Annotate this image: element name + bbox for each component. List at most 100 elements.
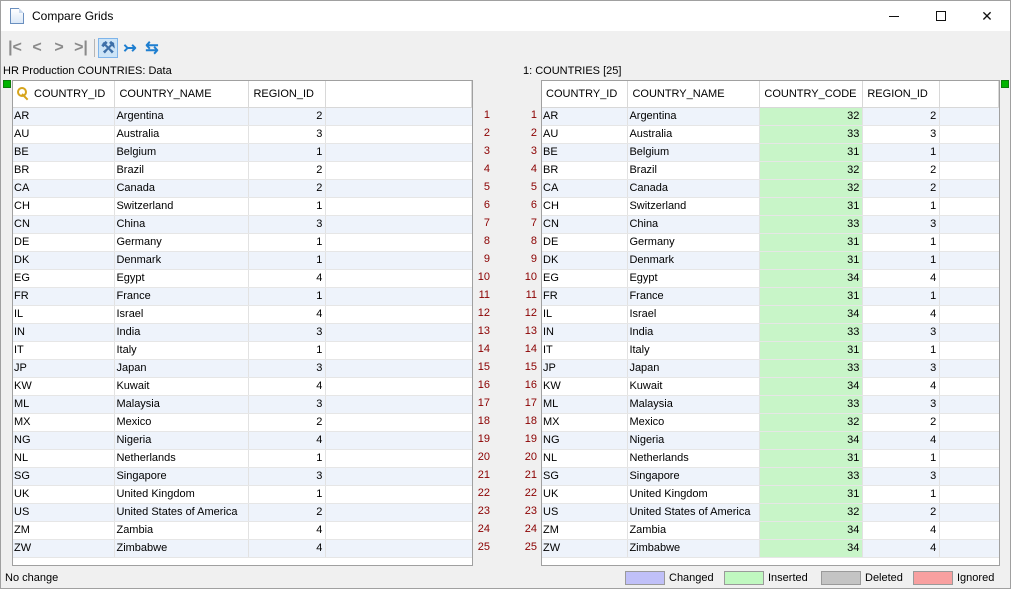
- table-cell[interactable]: 4: [862, 521, 941, 540]
- table-cell[interactable]: France: [627, 287, 761, 306]
- table-cell[interactable]: 3: [862, 359, 941, 378]
- table-row[interactable]: IT Italy 1: [13, 341, 472, 360]
- table-row[interactable]: SG Singapore 3: [13, 467, 472, 486]
- table-cell[interactable]: EG: [13, 269, 116, 288]
- table-cell[interactable]: SG: [13, 467, 116, 486]
- column-header-region-id[interactable]: REGION_ID: [248, 81, 327, 108]
- table-row[interactable]: UK United Kingdom 31 1: [542, 485, 999, 504]
- table-row[interactable]: NL Netherlands 31 1: [542, 449, 999, 468]
- table-row[interactable]: SG Singapore 33 3: [542, 467, 999, 486]
- table-cell[interactable]: United States of America: [627, 503, 761, 522]
- table-cell[interactable]: IT: [13, 341, 116, 360]
- table-cell[interactable]: 1: [862, 197, 941, 216]
- table-cell[interactable]: 3: [862, 395, 941, 414]
- table-cell[interactable]: KW: [542, 377, 629, 396]
- table-cell[interactable]: 1: [862, 251, 941, 270]
- table-row[interactable]: CH Switzerland 31 1: [542, 197, 999, 216]
- table-row[interactable]: DE Germany 31 1: [542, 233, 999, 252]
- table-cell[interactable]: EG: [542, 269, 629, 288]
- table-cell[interactable]: 32: [759, 107, 864, 126]
- table-row[interactable]: IL Israel 4: [13, 305, 472, 324]
- table-cell[interactable]: 3: [862, 215, 941, 234]
- table-cell[interactable]: 31: [759, 233, 864, 252]
- table-cell[interactable]: Nigeria: [627, 431, 761, 450]
- table-cell[interactable]: 3: [248, 215, 327, 234]
- maximize-button[interactable]: [918, 1, 964, 31]
- table-cell[interactable]: ZW: [13, 539, 116, 558]
- table-cell[interactable]: 31: [759, 449, 864, 468]
- table-cell[interactable]: Israel: [114, 305, 250, 324]
- table-cell[interactable]: Brazil: [627, 161, 761, 180]
- table-cell[interactable]: FR: [542, 287, 629, 306]
- table-cell[interactable]: CA: [542, 179, 629, 198]
- table-cell[interactable]: 33: [759, 467, 864, 486]
- table-cell[interactable]: 1: [248, 143, 327, 162]
- table-cell[interactable]: Singapore: [627, 467, 761, 486]
- table-cell[interactable]: 2: [248, 503, 327, 522]
- table-cell[interactable]: IL: [13, 305, 116, 324]
- table-row[interactable]: US United States of America 32 2: [542, 503, 999, 522]
- table-cell[interactable]: 4: [248, 377, 327, 396]
- table-cell[interactable]: DE: [13, 233, 116, 252]
- table-cell[interactable]: 33: [759, 125, 864, 144]
- table-cell[interactable]: Canada: [627, 179, 761, 198]
- table-row[interactable]: JP Japan 33 3: [542, 359, 999, 378]
- table-cell[interactable]: 4: [248, 521, 327, 540]
- table-row[interactable]: US United States of America 2: [13, 503, 472, 522]
- table-row[interactable]: BR Brazil 32 2: [542, 161, 999, 180]
- table-cell[interactable]: Switzerland: [627, 197, 761, 216]
- table-cell[interactable]: 4: [248, 431, 327, 450]
- column-header-region-id[interactable]: REGION_ID: [862, 81, 941, 108]
- table-cell[interactable]: 1: [248, 197, 327, 216]
- table-cell[interactable]: 34: [759, 305, 864, 324]
- table-cell[interactable]: NL: [13, 449, 116, 468]
- table-row[interactable]: ML Malaysia 33 3: [542, 395, 999, 414]
- table-row[interactable]: JP Japan 3: [13, 359, 472, 378]
- table-row[interactable]: FR France 31 1: [542, 287, 999, 306]
- table-cell[interactable]: 3: [862, 467, 941, 486]
- table-cell[interactable]: 34: [759, 431, 864, 450]
- table-cell[interactable]: 33: [759, 359, 864, 378]
- table-cell[interactable]: Argentina: [627, 107, 761, 126]
- table-row[interactable]: DK Denmark 1: [13, 251, 472, 270]
- table-cell[interactable]: 3: [248, 125, 327, 144]
- table-row[interactable]: AR Argentina 2: [13, 107, 472, 126]
- table-row[interactable]: CA Canada 2: [13, 179, 472, 198]
- table-cell[interactable]: China: [114, 215, 250, 234]
- table-cell[interactable]: US: [13, 503, 116, 522]
- table-cell[interactable]: DK: [542, 251, 629, 270]
- table-row[interactable]: AU Australia 3: [13, 125, 472, 144]
- table-cell[interactable]: Germany: [627, 233, 761, 252]
- table-cell[interactable]: 34: [759, 521, 864, 540]
- table-cell[interactable]: BR: [542, 161, 629, 180]
- table-cell[interactable]: 1: [248, 233, 327, 252]
- table-cell[interactable]: 2: [862, 503, 941, 522]
- table-cell[interactable]: Kuwait: [627, 377, 761, 396]
- column-header-country-id[interactable]: COUNTRY_ID: [542, 81, 629, 108]
- table-cell[interactable]: Malaysia: [627, 395, 761, 414]
- table-cell[interactable]: Netherlands: [627, 449, 761, 468]
- table-cell[interactable]: 1: [248, 485, 327, 504]
- first-diff-button[interactable]: |<: [5, 38, 25, 58]
- table-cell[interactable]: ZM: [542, 521, 629, 540]
- table-cell[interactable]: 2: [248, 179, 327, 198]
- table-row[interactable]: BR Brazil 2: [13, 161, 472, 180]
- table-cell[interactable]: 2: [862, 413, 941, 432]
- table-cell[interactable]: Brazil: [114, 161, 250, 180]
- table-cell[interactable]: ML: [542, 395, 629, 414]
- table-cell[interactable]: Nigeria: [114, 431, 250, 450]
- table-cell[interactable]: 34: [759, 269, 864, 288]
- auto-scroll-button[interactable]: ↣: [120, 38, 140, 58]
- table-cell[interactable]: 4: [248, 269, 327, 288]
- table-cell[interactable]: Switzerland: [114, 197, 250, 216]
- table-cell[interactable]: CH: [13, 197, 116, 216]
- table-cell[interactable]: Belgium: [627, 143, 761, 162]
- table-cell[interactable]: DK: [13, 251, 116, 270]
- table-row[interactable]: BE Belgium 1: [13, 143, 472, 162]
- prev-diff-button[interactable]: <: [27, 38, 47, 58]
- table-cell[interactable]: Italy: [627, 341, 761, 360]
- table-cell[interactable]: United Kingdom: [114, 485, 250, 504]
- close-button[interactable]: ✕: [964, 1, 1010, 31]
- table-cell[interactable]: 33: [759, 215, 864, 234]
- table-cell[interactable]: Germany: [114, 233, 250, 252]
